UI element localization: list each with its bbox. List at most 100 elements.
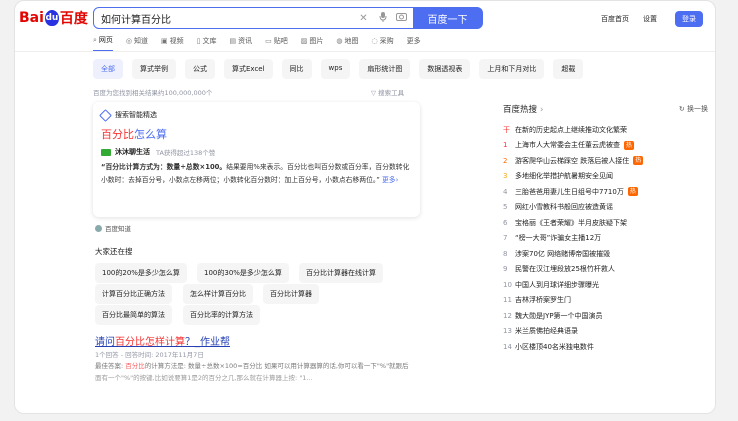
related-search[interactable]: 100的30%是多少怎么算	[197, 263, 289, 283]
hot-text: 中国人到月球详细步骤曝光	[515, 280, 599, 289]
microphone-icon[interactable]	[375, 11, 391, 25]
tab-map[interactable]: ◍ 地图	[336, 35, 358, 52]
search-icon: ⌕	[93, 35, 97, 44]
chip[interactable]: 算式Excel	[224, 59, 273, 79]
search-input[interactable]: 如何计算百分比	[94, 11, 356, 26]
cart-icon: ◌	[371, 37, 378, 45]
tab-label: 文库	[202, 37, 217, 45]
login-button[interactable]: 登录	[675, 11, 703, 27]
hot-text: 小区楼顶40名米独电数件	[515, 342, 594, 351]
logo-text: Bai	[19, 10, 44, 26]
hot-heading-label: 百度热搜	[503, 105, 538, 115]
chip[interactable]: 公式	[185, 59, 215, 79]
source-label[interactable]: 百度知道	[95, 223, 131, 233]
image-icon: ▨	[300, 37, 308, 45]
search-tools[interactable]: ▽ 搜索工具	[371, 87, 404, 97]
tab-label: 视频	[169, 37, 184, 45]
search-tools-label: 搜索工具	[378, 89, 405, 97]
hot-item[interactable]: 5 网红小雪教科书般回应被造黄谣	[503, 200, 708, 216]
tab-more[interactable]: 更多	[407, 35, 421, 52]
result-count: 百度为您找到相关结果约100,000,000个	[93, 89, 213, 97]
related-search[interactable]: 计算百分比正确方法	[95, 284, 172, 304]
smart-title[interactable]: 百分比怎么算	[101, 126, 167, 142]
answer-bold: “百分比计算方式为：数量÷总数×100。	[101, 163, 227, 171]
search-button[interactable]: 百度一下	[412, 7, 483, 29]
tab-label: 知道	[134, 37, 149, 45]
chip[interactable]: 全部	[93, 59, 123, 79]
hot-item[interactable]: 2 游客爬华山云梯踩空 跌落后被人接住热	[503, 153, 708, 169]
tab-images[interactable]: ▨ 图片	[301, 35, 324, 52]
title-pre: 请问	[95, 337, 115, 348]
top-links: 百度首页 设置 登录	[587, 11, 703, 27]
tab-purchase[interactable]: ◌ 采购	[372, 35, 394, 52]
snippet-pre: 最佳答案:	[95, 362, 126, 370]
hot-rank: 6	[503, 218, 508, 227]
hot-rank: 11	[503, 296, 512, 305]
hot-item[interactable]: 10 中国人到月球详细步骤曝光	[503, 277, 708, 293]
tab-video[interactable]: ▣ 视频	[161, 35, 184, 52]
hot-item[interactable]: 12 魏大勋是JYP第一个中国演员	[503, 308, 708, 324]
tab-label: 图片	[309, 37, 324, 45]
related-search[interactable]: 怎么样计算百分比	[183, 284, 253, 304]
tab-wenku[interactable]: ▯ 文库	[197, 35, 217, 52]
hot-item[interactable]: 4 三胎爸爸用妻儿生日组号中7710万热	[503, 184, 708, 200]
hot-text: 网红小雪教科书般回应被造黄谣	[515, 203, 613, 212]
video-icon: ▣	[161, 37, 168, 45]
tab-zhidao[interactable]: ◎ 知道	[126, 35, 148, 52]
hot-search-heading[interactable]: 百度热搜 ›	[503, 103, 543, 115]
refresh-button[interactable]: ↻ 换一换	[679, 104, 708, 114]
tab-news[interactable]: ▤ 资讯	[230, 35, 253, 52]
hot-rank: 12	[503, 311, 512, 320]
refresh-label: 换一换	[687, 105, 708, 113]
author-likes: TA获得超过138个赞	[156, 149, 216, 157]
avatar	[101, 148, 111, 156]
hot-item[interactable]: 13 米兰质佛拍经典语录	[503, 324, 708, 340]
more-link[interactable]: 更多	[382, 176, 396, 184]
chip[interactable]: 同比	[281, 59, 312, 79]
filter-chips: 全部 算式举例 公式 算式Excel 同比 wps 扇形统计图 数据透视表 上月…	[93, 59, 592, 79]
hot-badge: 热	[627, 187, 638, 197]
forum-icon: ▭	[265, 37, 272, 45]
hot-rank: 4	[503, 187, 508, 196]
hot-item[interactable]: 1 上海市人大常委会主任董云虎被查热	[503, 138, 708, 154]
hot-item[interactable]: 14 小区楼顶40名米独电数件	[503, 339, 708, 355]
paw-icon: du	[44, 10, 59, 26]
chip[interactable]: 扇形统计图	[359, 59, 411, 79]
chip[interactable]: wps	[320, 59, 351, 79]
snippet-highlight: 百分比	[125, 362, 145, 370]
related-search[interactable]: 百分比率的计算方法	[183, 305, 260, 325]
chip[interactable]: 数据透视表	[419, 59, 471, 79]
result-title[interactable]: 请问百分比怎样计算？_作业帮	[95, 333, 230, 348]
hot-item[interactable]: 干在新的历史起点上继续推动文化繁荣	[503, 122, 708, 138]
hot-item[interactable]: 8 涉案70亿 网络赌博帝国被摧毁	[503, 246, 708, 262]
chip[interactable]: 算式举例	[132, 59, 176, 79]
hot-rank: 2	[503, 156, 508, 165]
title-highlight: 百分比怎样计算	[115, 337, 185, 348]
hot-item[interactable]: 7 “榜一大哥”诈骗女主播12万	[503, 231, 708, 247]
hot-search-list: 干在新的历史起点上继续推动文化繁荣 1 上海市人大常委会主任董云虎被查热 2 游客爬…	[503, 122, 708, 355]
related-search[interactable]: 百分比最简单的算法	[95, 305, 172, 325]
tab-web[interactable]: ⌕ 网页	[93, 35, 113, 52]
title-rest: 怎么算	[134, 128, 167, 141]
related-search[interactable]: 100的20%是多少怎么算	[95, 263, 187, 283]
hot-item[interactable]: 3 多地细化举措护航暑期安全见闻	[503, 169, 708, 185]
hot-rank: 14	[503, 342, 512, 351]
hot-text: 魏大勋是JYP第一个中国演员	[515, 311, 603, 320]
tab-tieba[interactable]: ▭ 贴吧	[265, 35, 288, 52]
hot-item[interactable]: 9 民警在汉江埋段放25根竹杆救人	[503, 262, 708, 278]
search-box[interactable]: 如何计算百分比 ✕ 百度一下	[93, 7, 483, 29]
hot-item[interactable]: 11 吉林浮桥案罗生门	[503, 293, 708, 309]
chip[interactable]: 上月和下月对比	[479, 59, 545, 79]
baidu-logo[interactable]: Bai du 百度	[19, 7, 88, 29]
hot-item[interactable]: 6 宝格丽《王者荣耀》半月皮肤疑下架	[503, 215, 708, 231]
clear-icon[interactable]: ✕	[356, 13, 372, 24]
tab-label: 资讯	[238, 37, 253, 45]
settings-link[interactable]: 设置	[643, 14, 657, 24]
author-name[interactable]: 沐沐聊生活	[115, 147, 150, 157]
chip[interactable]: 超载	[553, 59, 584, 79]
camera-icon[interactable]	[394, 12, 410, 24]
home-link[interactable]: 百度首页	[601, 14, 629, 24]
hot-text: 三胎爸爸用妻儿生日组号中7710万	[515, 187, 624, 196]
related-search[interactable]: 百分比计算器在线计算	[299, 263, 383, 283]
related-search[interactable]: 百分比计算器	[263, 284, 319, 304]
